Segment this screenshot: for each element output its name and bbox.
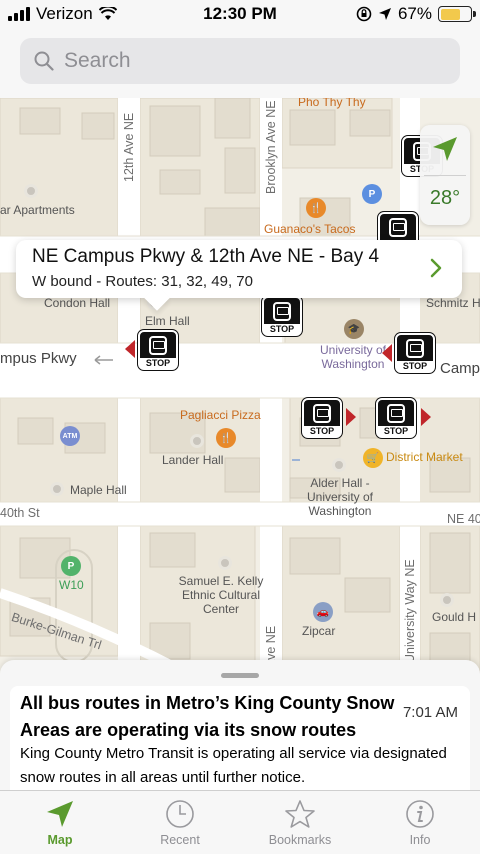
stop-label: STOP (378, 426, 414, 436)
wifi-icon (98, 7, 117, 20)
shopping-icon[interactable]: 🛒 (363, 448, 383, 468)
bus-stop-marker[interactable]: STOP (302, 398, 342, 438)
direction-arrow-icon (125, 340, 135, 358)
kelly-center-dot[interactable] (218, 556, 232, 570)
location-services-icon (378, 8, 391, 20)
poi-label-guanacos: Guanaco's Tacos (264, 222, 356, 236)
restaurant-icon[interactable]: 🍴 (306, 198, 326, 218)
tab-bookmarks[interactable]: Bookmarks (240, 791, 360, 854)
poi-label-gould: Gould H (432, 610, 477, 624)
poi-label-alder: Alder Hall - University of Washington (306, 476, 374, 518)
poi-label-schmitz: Schmitz Hall (426, 296, 480, 310)
poi-label-pagliacci: Pagliacci Pizza (180, 408, 261, 422)
bus-stop-marker-selected[interactable]: STOP (138, 330, 178, 370)
parking-icon[interactable]: P (362, 184, 382, 204)
poi-label-district-market: District Market (386, 450, 463, 464)
stop-label: STOP (304, 426, 340, 436)
poi-label-condon: Condon Hall (44, 296, 111, 310)
alert-time: 7:01 AM (402, 704, 458, 721)
search-bar[interactable] (20, 38, 460, 84)
gould-hall-dot[interactable] (440, 593, 454, 607)
direction-arrow-icon (421, 408, 431, 426)
carrier-label: Verizon (36, 4, 93, 23)
alert-body: King County Metro Transit is operating a… (20, 745, 447, 786)
stop-label: STOP (140, 358, 176, 368)
poi-label-pho-thy-thy: Pho Thy Thy (298, 98, 366, 109)
street-label-university-way: University Way NE (403, 559, 417, 663)
carrier-group: Verizon (8, 4, 117, 24)
tab-bar: Map Recent Bookmarks Info (0, 790, 480, 854)
search-area (0, 30, 480, 98)
poi-label-w10: W10 (59, 578, 84, 592)
bus-stop-marker[interactable]: STOP (376, 398, 416, 438)
street-label-brooklyn: Brooklyn Ave NE (264, 100, 278, 194)
bus-stop-marker[interactable]: STOP (262, 296, 302, 336)
street-label-campus-right: Camp (440, 360, 480, 377)
parking-lot-icon[interactable]: P (61, 556, 81, 576)
direction-arrow-icon (382, 344, 392, 362)
map-view[interactable]: P 🍴 🎓 🍴 ATM 🛒 P 🚗 Pho Thy Thy 12th Ave N… (0, 98, 480, 688)
street-label-campus-left: mpus Pkwy (0, 350, 77, 367)
poi-label-elm: Elm Hall (145, 314, 190, 328)
direction-arrow-icon (346, 408, 356, 426)
poi-label-kelly: Samuel E. Kelly Ethnic Cultural Center (178, 574, 264, 616)
street-label-40th-left: 40th St (0, 506, 40, 520)
widget-divider (424, 175, 466, 176)
signal-icon (8, 7, 30, 21)
sheet-handle[interactable] (221, 673, 259, 678)
info-icon (406, 800, 434, 828)
street-label-40th-right: NE 40 (447, 512, 480, 526)
star-icon (285, 800, 315, 828)
clock-icon (166, 800, 194, 828)
location-weather-widget[interactable]: 28° (420, 125, 470, 225)
tab-recent[interactable]: Recent (120, 791, 240, 854)
poi-label-maple: Maple Hall (70, 483, 127, 497)
lander-hall-dot[interactable] (190, 434, 204, 448)
apartments-dot[interactable] (24, 184, 38, 198)
university-icon[interactable]: 🎓 (344, 319, 364, 339)
atm-icon[interactable]: ATM (60, 426, 80, 446)
chevron-right-icon[interactable] (430, 258, 442, 278)
location-arrow-icon[interactable] (431, 135, 459, 163)
poi-label-lander: Lander Hall (162, 453, 224, 467)
car-icon[interactable]: 🚗 (313, 602, 333, 622)
callout-title: NE Campus Pkwy & 12th Ave NE - Bay 4 (32, 246, 380, 267)
poi-label-zipcar: Zipcar (302, 624, 336, 638)
tab-map[interactable]: Map (0, 791, 120, 854)
pizza-icon[interactable]: 🍴 (216, 428, 236, 448)
poi-label-apartments: ar Apartments (0, 203, 75, 217)
alerts-sheet[interactable]: All bus routes in Metro’s King County Sn… (0, 660, 480, 800)
tab-label: Bookmarks (268, 833, 332, 847)
callout-subtitle: W bound - Routes: 31, 32, 49, 70 (32, 273, 253, 290)
maple-hall-dot[interactable] (50, 482, 64, 496)
stop-label: STOP (264, 324, 300, 334)
tab-label: Map (47, 833, 73, 847)
battery-level (440, 8, 460, 20)
tab-label: Info (409, 833, 431, 847)
search-icon (34, 51, 54, 71)
status-icons: 67% (356, 4, 476, 24)
street-label-12th: 12th Ave NE (122, 112, 136, 182)
location-arrow-icon (47, 801, 73, 827)
status-bar: Verizon 12:30 PM 67% (0, 0, 480, 30)
bus-stop-marker[interactable]: STOP (395, 333, 435, 373)
battery-percent: 67% (397, 4, 432, 23)
stop-callout[interactable]: NE Campus Pkwy & 12th Ave NE - Bay 4 W b… (16, 240, 462, 298)
temperature-label: 28° (429, 187, 461, 209)
tab-info[interactable]: Info (360, 791, 480, 854)
search-input[interactable] (64, 49, 444, 73)
tab-label: Recent (160, 833, 200, 847)
alert-card[interactable]: All bus routes in Metro’s King County Sn… (10, 686, 470, 800)
poi-label-uw: University of Washington (319, 343, 387, 371)
stop-label: STOP (397, 361, 433, 371)
battery-icon (438, 6, 476, 22)
rotation-lock-icon (356, 6, 372, 22)
alder-hall-dot[interactable] (332, 458, 346, 472)
alert-title: All bus routes in Metro’s King County Sn… (20, 693, 395, 740)
